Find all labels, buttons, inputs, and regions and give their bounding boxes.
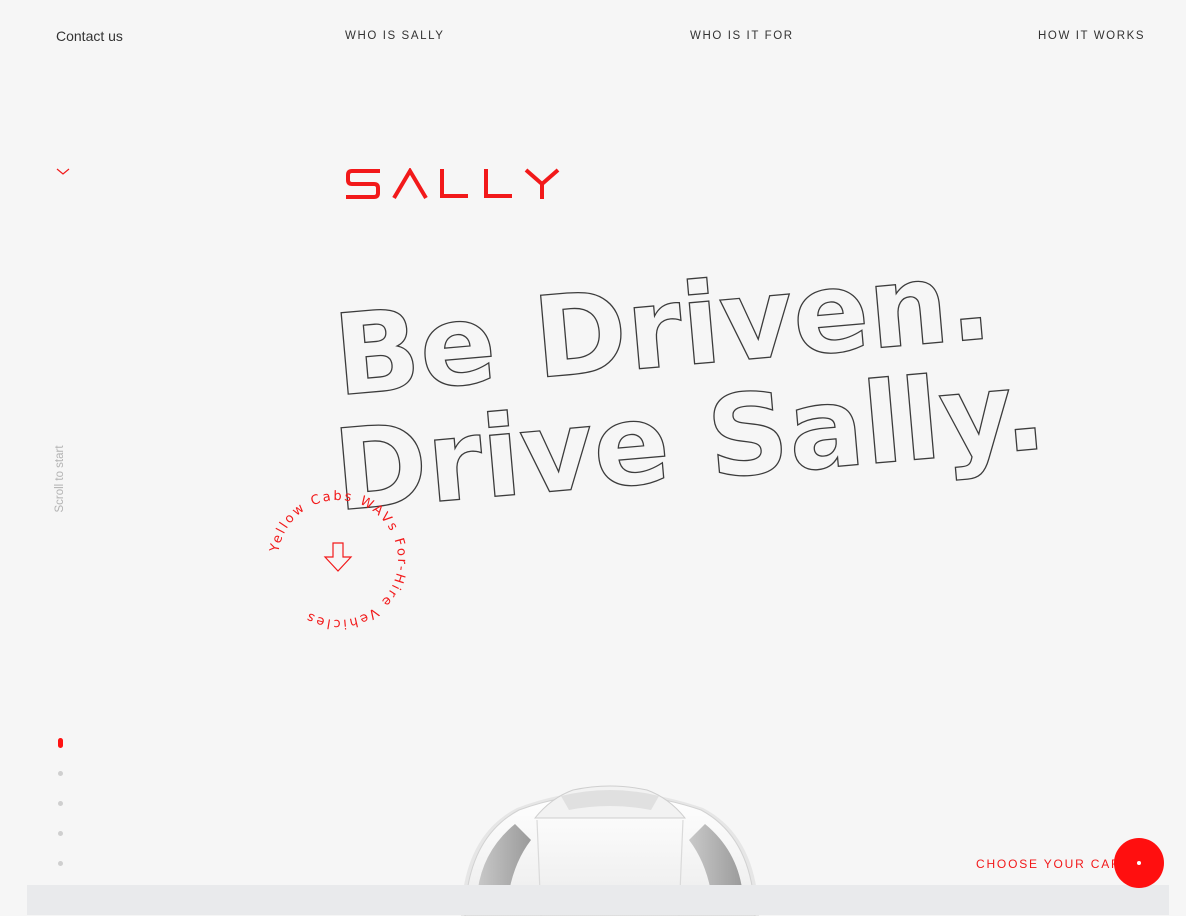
button-dot-icon — [1137, 861, 1141, 865]
pagination-dot-5[interactable] — [58, 861, 63, 866]
sally-logo[interactable] — [346, 168, 572, 200]
hero-headline: Be Driven. Drive Sally. — [330, 270, 1050, 530]
pagination-dot-2[interactable] — [58, 771, 63, 776]
choose-your-car-button[interactable] — [1114, 838, 1164, 888]
chevron-down-icon[interactable] — [56, 166, 70, 176]
nav-how-it-works[interactable]: HOW IT WORKS — [1038, 30, 1145, 42]
contact-link[interactable]: Contact us — [56, 28, 123, 44]
choose-your-car-label[interactable]: CHOOSE YOUR CAR — [976, 857, 1121, 871]
pagination-dot-3[interactable] — [58, 801, 63, 806]
pagination-dot-4[interactable] — [58, 831, 63, 836]
nav-who-is-sally[interactable]: WHO IS SALLY — [345, 30, 445, 42]
scroll-to-start-label: Scroll to start — [54, 445, 66, 513]
nav-who-is-it-for[interactable]: WHO IS IT FOR — [690, 30, 794, 42]
arrow-down-icon[interactable] — [320, 540, 356, 576]
pagination-dot-1[interactable] — [58, 738, 63, 748]
